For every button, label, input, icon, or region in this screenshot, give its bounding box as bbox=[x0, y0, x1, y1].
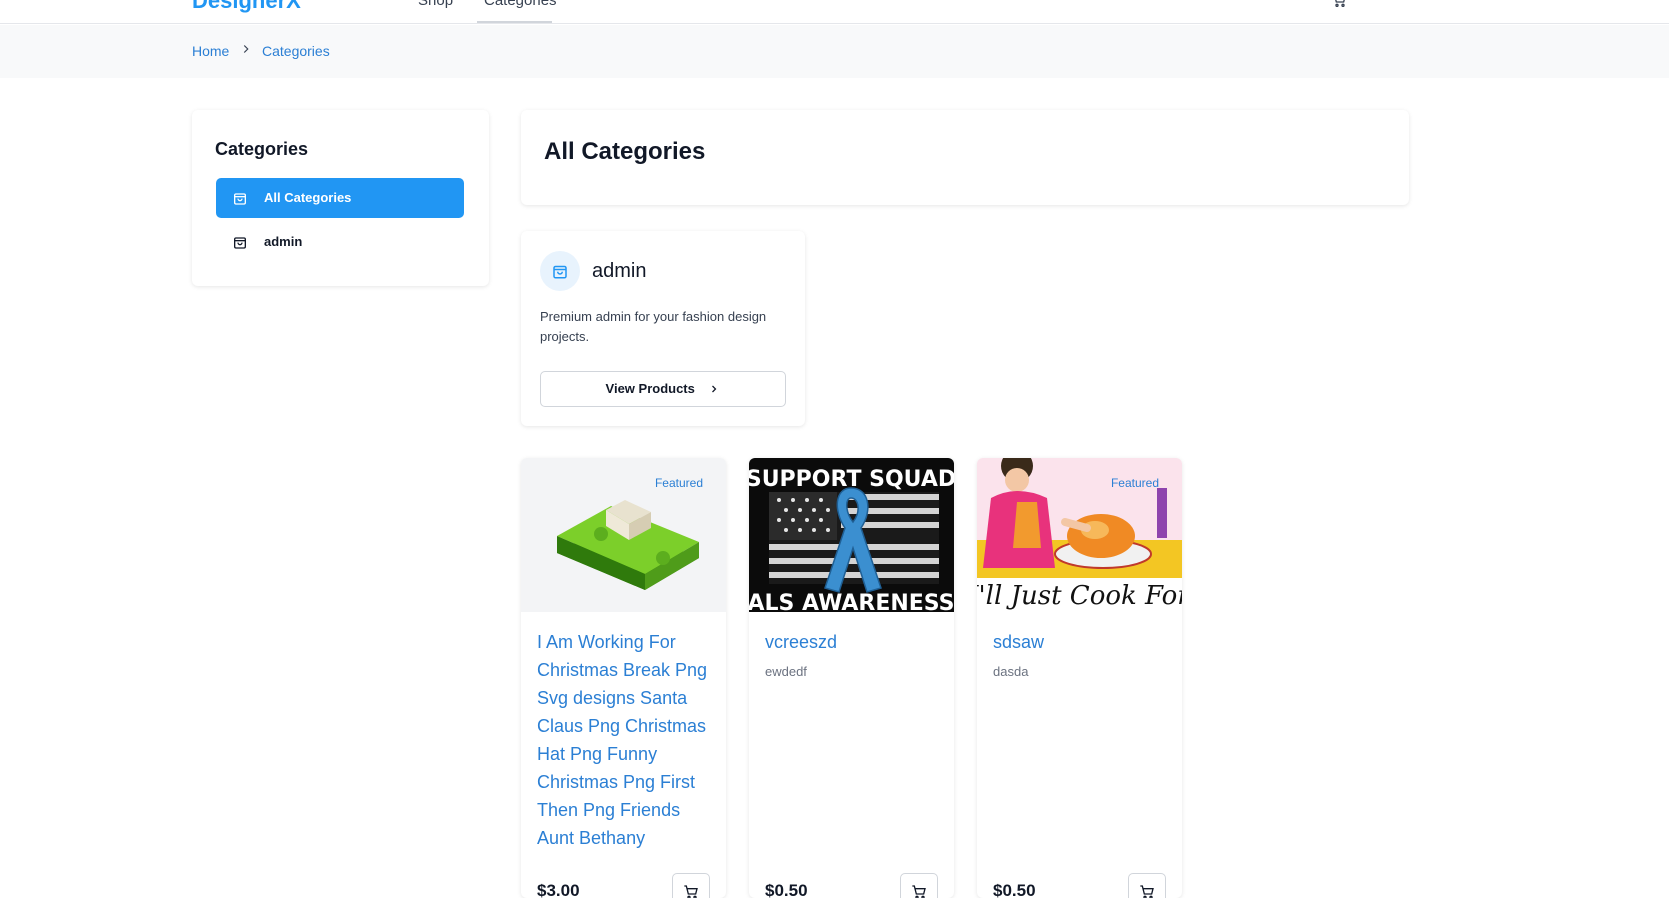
money-stack-image[interactable]: Featured bbox=[521, 458, 726, 612]
chevron-right-icon bbox=[712, 385, 717, 393]
top-navbar: DesignerX Shop Categories bbox=[0, 0, 1669, 24]
category-icon-badge bbox=[540, 251, 580, 291]
add-to-cart-button[interactable] bbox=[1128, 873, 1166, 898]
shopping-bag-icon bbox=[553, 265, 567, 279]
product-subtitle: ewdedf bbox=[765, 664, 807, 679]
sidebar-item-label: All Categories bbox=[264, 190, 352, 205]
breadcrumb-home[interactable]: Home bbox=[192, 43, 229, 59]
product-card[interactable]: I'll Just Cook For Featured sdsaw dasda … bbox=[977, 458, 1182, 898]
shopping-bag-icon bbox=[234, 237, 246, 249]
nav-link-shop[interactable]: Shop bbox=[418, 0, 453, 9]
product-title[interactable]: sdsaw bbox=[993, 628, 1173, 656]
shopping-bag-icon bbox=[234, 193, 246, 205]
featured-badge: Featured bbox=[654, 476, 703, 490]
sidebar-item-admin[interactable]: admin bbox=[216, 222, 464, 262]
product-title[interactable]: vcreeszd bbox=[765, 628, 945, 656]
product-card[interactable]: SUPPORT SQUAD ALS AWARENESS vcreeszd ewd… bbox=[749, 458, 954, 898]
sidebar-item-all-categories[interactable]: All Categories bbox=[216, 178, 464, 218]
category-name[interactable]: admin bbox=[592, 260, 646, 283]
nav-link-categories[interactable]: Categories bbox=[484, 0, 557, 9]
product-card[interactable]: Featured I Am Working For Christmas Brea… bbox=[521, 458, 726, 898]
featured-badge: Featured bbox=[1110, 476, 1159, 490]
product-price: $3.00 bbox=[537, 881, 580, 898]
breadcrumb: Home Categories bbox=[0, 25, 1669, 78]
nav-active-indicator bbox=[477, 21, 552, 23]
category-description: Premium admin for your fashion design pr… bbox=[540, 309, 767, 344]
category-sidebar: Categories All Categories admin bbox=[192, 110, 489, 286]
image-caption-text: I'll Just Cook For bbox=[977, 581, 1182, 611]
product-price: $0.50 bbox=[993, 881, 1036, 898]
breadcrumb-current[interactable]: Categories bbox=[262, 43, 330, 59]
shirt-text-bottom: ALS AWARENESS bbox=[749, 591, 954, 612]
cart-icon bbox=[684, 885, 698, 898]
product-price: $0.50 bbox=[765, 881, 808, 898]
cart-icon[interactable] bbox=[1331, 0, 1347, 12]
chevron-right-icon bbox=[243, 45, 249, 53]
view-products-button[interactable]: View Products bbox=[540, 371, 786, 407]
product-title[interactable]: I Am Working For Christmas Break Png Svg… bbox=[537, 628, 717, 852]
sidebar-title: Categories bbox=[215, 139, 309, 159]
page-header: All Categories bbox=[521, 110, 1409, 205]
als-awareness-shirt-image[interactable]: SUPPORT SQUAD ALS AWARENESS bbox=[749, 458, 954, 612]
page-title: All Categories bbox=[544, 138, 706, 165]
cart-icon bbox=[1140, 885, 1154, 898]
sidebar-item-label: admin bbox=[264, 234, 303, 249]
add-to-cart-button[interactable] bbox=[672, 873, 710, 898]
shirt-text-top: SUPPORT SQUAD bbox=[749, 467, 954, 492]
product-subtitle: dasda bbox=[993, 664, 1029, 679]
site-logo[interactable]: DesignerX bbox=[192, 0, 301, 14]
view-products-label: View Products bbox=[605, 381, 695, 396]
cart-icon bbox=[912, 885, 926, 898]
category-card: admin Premium admin for your fashion des… bbox=[521, 231, 805, 426]
add-to-cart-button[interactable] bbox=[900, 873, 938, 898]
cooking-woman-image[interactable]: I'll Just Cook For Featured bbox=[977, 458, 1182, 612]
